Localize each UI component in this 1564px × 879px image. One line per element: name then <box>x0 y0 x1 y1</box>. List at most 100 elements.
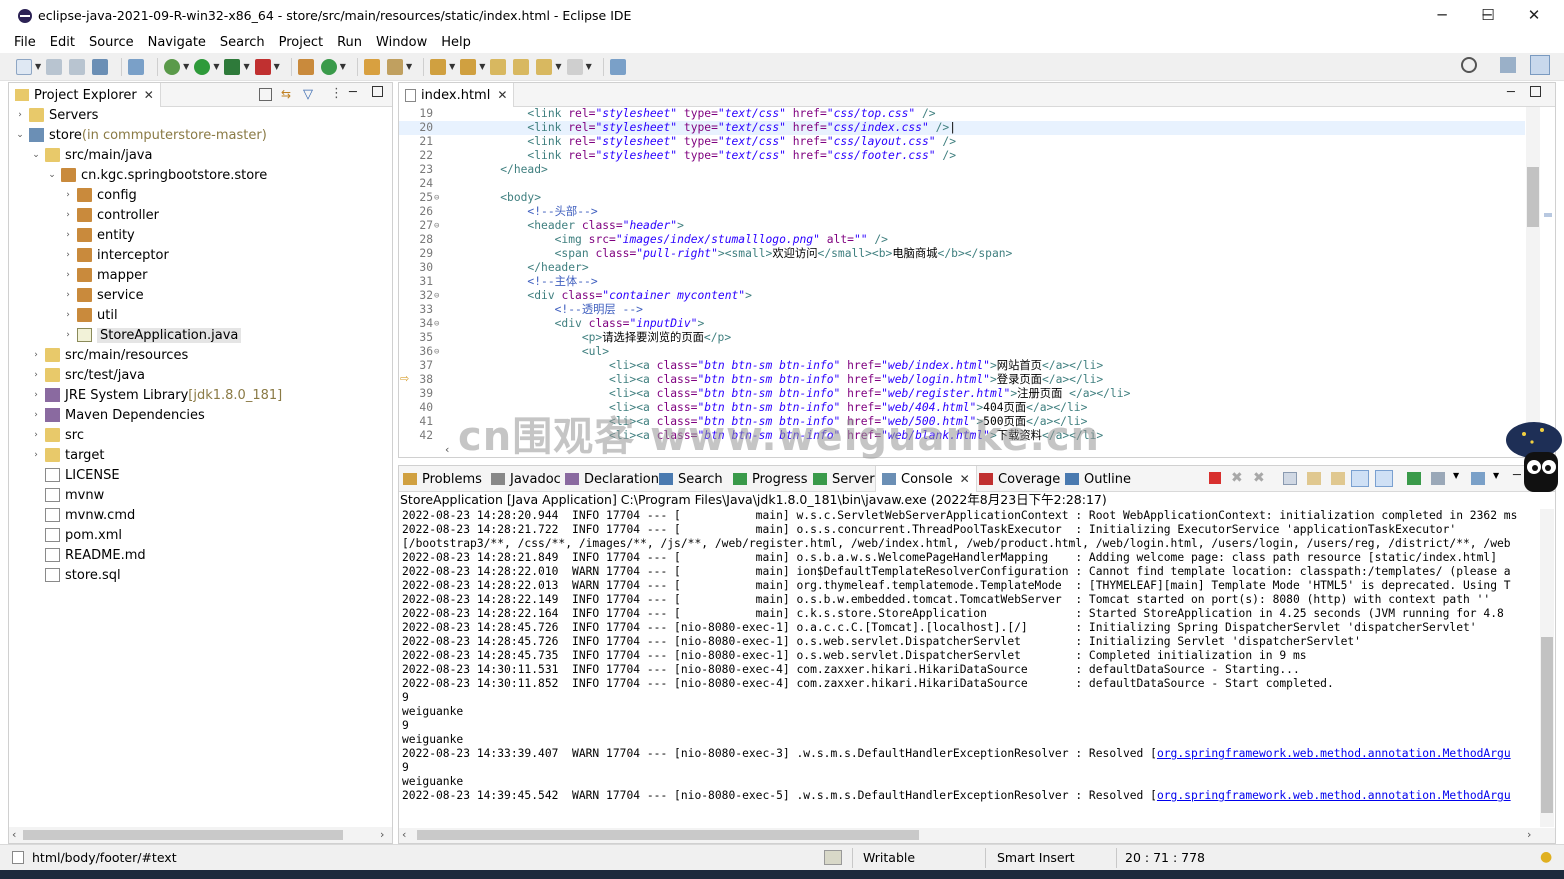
code-line[interactable]: 35 <p>请选择要浏览的页面</p> <box>399 331 1525 345</box>
tree-item[interactable]: › StoreApplication.java <box>63 325 242 345</box>
pin-console-icon[interactable] <box>1407 472 1421 485</box>
tree-item[interactable]: › src/test/java <box>31 365 145 385</box>
maximize-button[interactable]: ☐ <box>1465 0 1511 31</box>
debug-icon[interactable] <box>164 58 181 75</box>
terminate-icon[interactable] <box>1209 472 1221 484</box>
chevron-right-icon[interactable]: › <box>31 410 41 420</box>
chevron-right-icon[interactable]: › <box>15 110 25 120</box>
code-line[interactable]: 26 <!--头部--> <box>399 205 1525 219</box>
code-line[interactable]: 37 <li><a class="btn btn-sm btn-info" hr… <box>399 359 1525 373</box>
code-line[interactable]: 22 <link rel="stylesheet" type="text/css… <box>399 149 1525 163</box>
tree-item[interactable]: › target <box>31 445 104 465</box>
chevron-right-icon[interactable]: › <box>63 250 73 260</box>
chevron-down-icon[interactable]: ⌄ <box>31 150 41 160</box>
code-line[interactable]: 25 ⊖ <body> <box>399 191 1525 205</box>
code-line[interactable]: 20 <link rel="stylesheet" type="text/css… <box>399 121 1525 135</box>
chevron-right-icon[interactable]: › <box>63 330 73 340</box>
code-line[interactable]: 29 <span class="pull-right"><small>欢迎访问<… <box>399 247 1525 261</box>
menu-search[interactable]: Search <box>220 35 265 50</box>
terminal-icon[interactable] <box>92 58 109 75</box>
link-editor-icon[interactable]: ⇆ <box>281 87 295 101</box>
search-icon[interactable] <box>1461 57 1477 73</box>
menu-source[interactable]: Source <box>89 35 134 50</box>
external-tools-icon[interactable] <box>254 58 271 75</box>
tip-lightbulb-icon[interactable]: ● <box>1540 849 1552 865</box>
tree-item[interactable]: › mapper <box>63 265 147 285</box>
code-line[interactable]: 19 <link rel="stylesheet" type="text/css… <box>399 107 1525 121</box>
chevron-right-icon[interactable]: › <box>63 230 73 240</box>
search-tool-icon[interactable] <box>386 58 403 75</box>
tab-problems[interactable]: Problems <box>403 466 482 492</box>
code-line[interactable]: 30 </header> <box>399 261 1525 275</box>
code-line[interactable]: 38 <li><a class="btn btn-sm btn-info" hr… <box>399 373 1525 387</box>
menu-edit[interactable]: Edit <box>50 35 75 50</box>
tab-javadoc[interactable]: Javadoc <box>491 466 561 492</box>
tree-item[interactable]: › JRE System Library [jdk1.8.0_181] <box>31 385 282 405</box>
chevron-right-icon[interactable]: › <box>63 210 73 220</box>
new-package-icon[interactable] <box>297 58 314 75</box>
fold-toggle-icon[interactable]: ⊖ <box>434 191 444 205</box>
tree-item[interactable]: pom.xml <box>31 525 122 545</box>
tree-item[interactable]: ⌄ src/main/java <box>31 145 152 165</box>
chevron-right-icon[interactable]: › <box>63 290 73 300</box>
explorer-hscrollbar[interactable]: ‹ › <box>9 827 392 843</box>
menu-window[interactable]: Window <box>376 35 427 50</box>
tree-item[interactable]: README.md <box>31 545 146 565</box>
code-line[interactable]: 21 <link rel="stylesheet" type="text/css… <box>399 135 1525 149</box>
chevron-right-icon[interactable]: › <box>63 270 73 280</box>
fold-toggle-icon[interactable]: ⊖ <box>434 345 444 359</box>
minimize-view-icon[interactable]: ─ <box>349 85 357 100</box>
close-button[interactable]: ✕ <box>1511 0 1557 31</box>
chevron-right-icon[interactable]: › <box>31 430 41 440</box>
forward-icon[interactable] <box>566 58 583 75</box>
tree-item[interactable]: LICENSE <box>31 465 120 485</box>
chevron-right-icon[interactable]: › <box>31 390 41 400</box>
code-line[interactable]: 28 <img src="images/index/stumalllogo.pn… <box>399 233 1525 247</box>
menu-project[interactable]: Project <box>279 35 323 50</box>
tab-index-html[interactable]: index.html ✕ <box>399 83 515 107</box>
tree-item[interactable]: › interceptor <box>63 245 169 265</box>
code-line[interactable]: 36 ⊖ <ul> <box>399 345 1525 359</box>
last-edit-icon[interactable] <box>490 58 507 75</box>
tab-outline[interactable]: Outline <box>1065 466 1131 492</box>
open-perspective-icon[interactable] <box>1500 57 1516 73</box>
tree-item[interactable]: › config <box>63 185 137 205</box>
tab-progress[interactable]: Progress <box>733 466 807 492</box>
show-stdout-icon[interactable] <box>1351 470 1369 487</box>
remove-all-icon[interactable]: ✖ <box>1253 470 1265 486</box>
new-icon[interactable] <box>16 58 32 75</box>
chevron-right-icon[interactable]: › <box>31 450 41 460</box>
tree-item[interactable]: › entity <box>63 225 135 245</box>
back-icon[interactable] <box>536 58 553 75</box>
tree-item[interactable]: store.sql <box>31 565 121 585</box>
code-line[interactable]: 31 <!--主体--> <box>399 275 1525 289</box>
maximize-view-icon[interactable] <box>1530 86 1541 97</box>
tab-project-explorer[interactable]: Project Explorer ✕ <box>9 83 161 107</box>
editor-vscrollbar[interactable] <box>1526 107 1540 441</box>
tree-item[interactable]: › controller <box>63 205 159 225</box>
tree-item[interactable]: › src <box>31 425 84 445</box>
menu-navigate[interactable]: Navigate <box>148 35 206 50</box>
fold-toggle-icon[interactable]: ⊖ <box>434 219 444 233</box>
tree-item[interactable]: › service <box>63 285 143 305</box>
save-icon[interactable] <box>46 58 63 75</box>
tree-item[interactable]: ⌄ cn.kgc.springbootstore.store <box>47 165 267 185</box>
tab-servers[interactable]: Servers <box>813 466 881 492</box>
close-icon[interactable]: ✕ <box>144 88 154 102</box>
show-stderr-icon[interactable] <box>1375 470 1393 487</box>
tab-declaration[interactable]: Declaration <box>565 466 659 492</box>
forward-edit-icon[interactable] <box>513 58 530 75</box>
console-link[interactable]: org.springframework.web.method.annotatio… <box>1157 747 1511 760</box>
open-console-icon[interactable] <box>1471 472 1485 485</box>
code-editor[interactable]: 19 <link rel="stylesheet" type="text/css… <box>399 107 1525 441</box>
minimize-view-icon[interactable]: ─ <box>1507 85 1515 100</box>
menu-run[interactable]: Run <box>337 35 362 50</box>
open-type-icon[interactable] <box>363 58 380 75</box>
tab-coverage[interactable]: Coverage <box>979 466 1060 492</box>
tree-item[interactable]: › Maven Dependencies <box>31 405 205 425</box>
code-line[interactable]: 32 ⊖ <div class="container mycontent"> <box>399 289 1525 303</box>
close-icon[interactable]: ✕ <box>960 472 970 486</box>
menu-file[interactable]: File <box>14 35 36 50</box>
code-line[interactable]: 27 ⊖ <header class="header"> <box>399 219 1525 233</box>
tree-item[interactable]: › util <box>63 305 117 325</box>
